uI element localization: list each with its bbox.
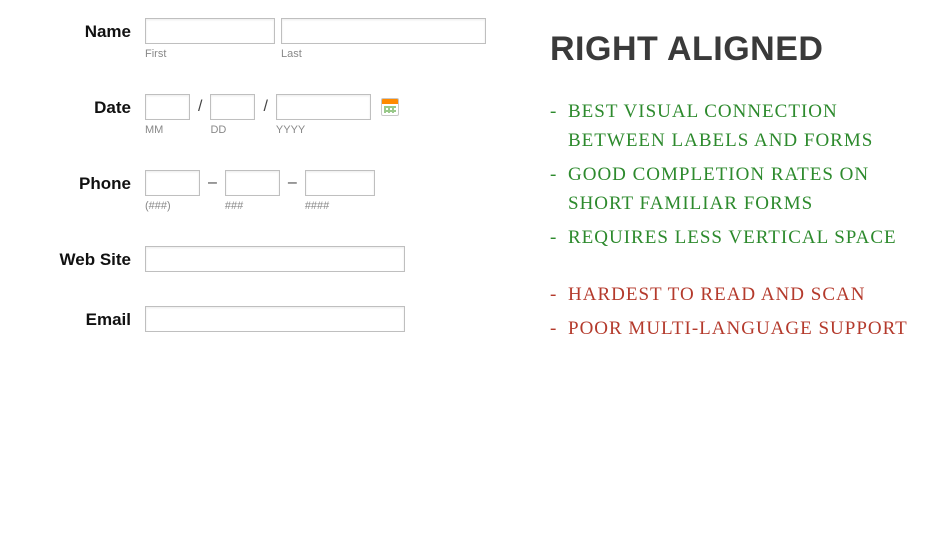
row-name: Name First Last <box>10 18 510 60</box>
form-panel: Name First Last Date MM / <box>10 10 510 366</box>
website-input[interactable] <box>145 246 405 272</box>
date-sep-2: / <box>261 94 269 116</box>
row-email: Email <box>10 306 510 332</box>
row-date: Date MM / DD / YYYY <box>10 94 510 136</box>
phone-sep-2: – <box>286 170 299 192</box>
date-sep-1: / <box>196 94 204 116</box>
date-mm-input[interactable] <box>145 94 190 120</box>
pros-list: -Best visual connection between labels a… <box>550 97 930 252</box>
sub-mm: MM <box>145 124 190 136</box>
phone-area-input[interactable] <box>145 170 200 196</box>
notes-headline: RIGHT ALIGNED <box>550 30 930 69</box>
row-phone: Phone (###) – ### – #### <box>10 170 510 212</box>
sub-prefix: ### <box>225 200 280 212</box>
date-dd-input[interactable] <box>210 94 255 120</box>
cons-list: -Hardest to read and scan -Poor multi-la… <box>550 280 930 343</box>
label-email: Email <box>10 306 145 330</box>
con-item: -Poor multi-language support <box>550 314 930 343</box>
last-name-input[interactable] <box>281 18 486 44</box>
pro-item: -Requires less vertical space <box>550 223 930 252</box>
sub-first: First <box>145 48 275 60</box>
label-date: Date <box>10 94 145 118</box>
sub-yyyy: YYYY <box>276 124 371 136</box>
label-phone: Phone <box>10 170 145 194</box>
sub-dd: DD <box>210 124 255 136</box>
sub-line: #### <box>305 200 375 212</box>
first-name-input[interactable] <box>145 18 275 44</box>
calendar-icon[interactable] <box>381 98 399 116</box>
label-website: Web Site <box>10 246 145 270</box>
con-item: -Hardest to read and scan <box>550 280 930 309</box>
sub-area: (###) <box>145 200 200 212</box>
email-input[interactable] <box>145 306 405 332</box>
date-yyyy-input[interactable] <box>276 94 371 120</box>
sub-last: Last <box>281 48 486 60</box>
label-name: Name <box>10 18 145 42</box>
phone-prefix-input[interactable] <box>225 170 280 196</box>
pro-item: -Good completion rates on short familiar… <box>550 160 930 219</box>
phone-line-input[interactable] <box>305 170 375 196</box>
row-website: Web Site <box>10 246 510 272</box>
phone-sep-1: – <box>206 170 219 192</box>
pro-item: -Best visual connection between labels a… <box>550 97 930 156</box>
notes-panel: RIGHT ALIGNED -Best visual connection be… <box>550 10 930 366</box>
